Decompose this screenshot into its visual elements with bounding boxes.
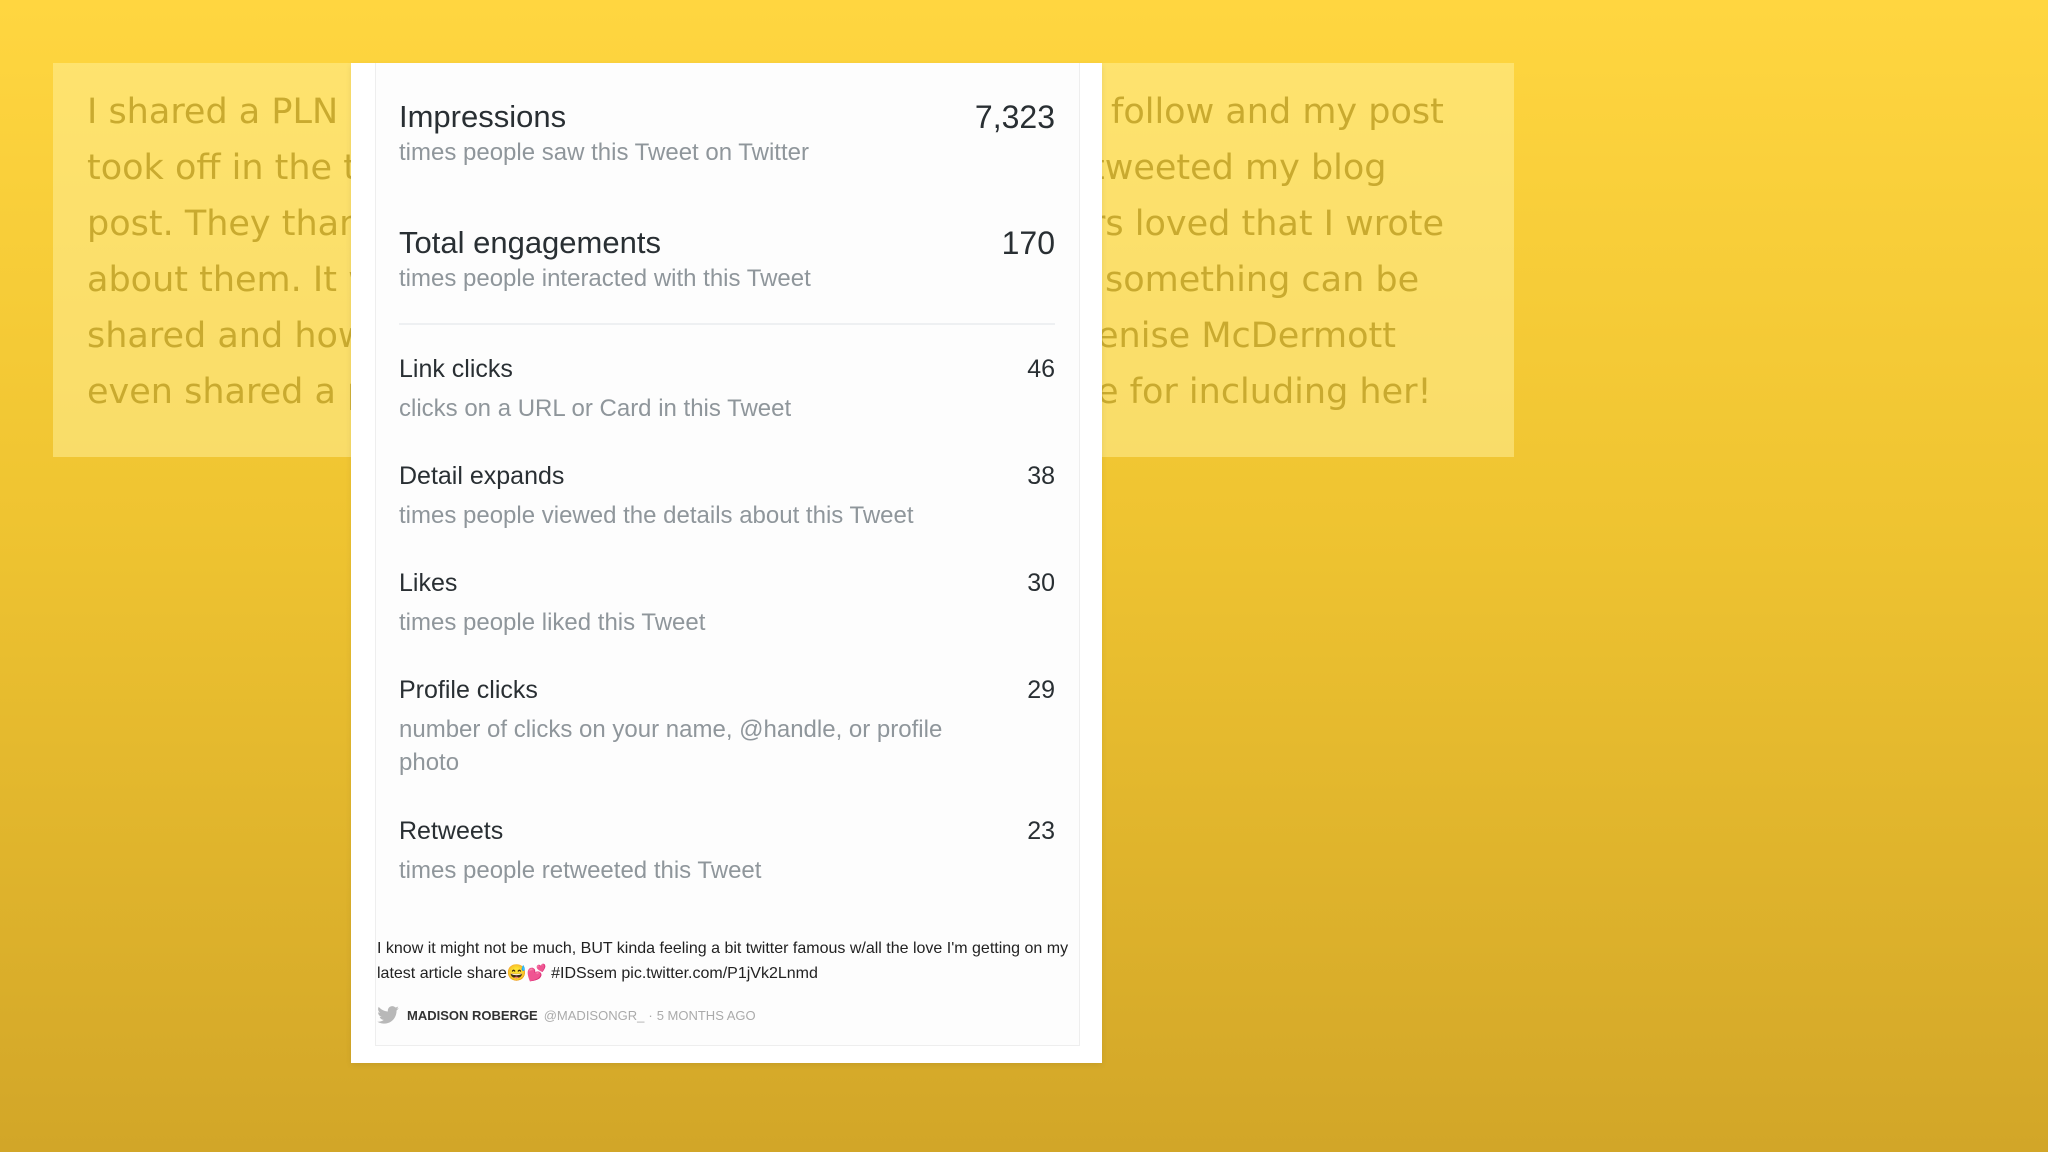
metric-label: Detail expands [399, 462, 565, 490]
impressions-description: times people saw this Tweet on Twitter [399, 139, 809, 166]
metric-value: 23 [1027, 817, 1055, 845]
background-text-line: even shared a p [87, 372, 370, 412]
tweet-handle[interactable]: @MADISONGR_ [544, 1008, 645, 1023]
tweet-attribution: MADISON ROBERGE @MADISONGR_ · 5 MONTHS A… [377, 1005, 756, 1025]
metric-value: 30 [1027, 569, 1055, 597]
metric-description: times people viewed the details about th… [399, 502, 914, 529]
metric-description: times people retweeted this Tweet [399, 857, 762, 884]
tweet-timestamp[interactable]: 5 MONTHS AGO [657, 1008, 756, 1023]
impressions-label: Impressions [399, 99, 567, 134]
metric-label: Likes [399, 569, 458, 597]
twitter-bird-icon [377, 1006, 399, 1024]
total-engagements-description: times people interacted with this Tweet [399, 265, 811, 292]
metric-value: 46 [1027, 355, 1055, 383]
metric-description: clicks on a URL or Card in this Tweet [399, 395, 792, 422]
background-text-line: rs loved that I wrote [1091, 204, 1445, 244]
tweet-text: I know it might not be much, BUT kinda f… [377, 940, 1069, 982]
metric-description: times people liked this Tweet [399, 609, 706, 636]
background-text-line: tweeted my blog [1091, 148, 1387, 188]
tweet-author[interactable]: MADISON ROBERGE [407, 1008, 538, 1023]
background-text-line: enise McDermott [1097, 316, 1396, 356]
background-text-line: post. They than [87, 204, 362, 244]
metric-value: 29 [1027, 676, 1055, 704]
meta-separator: · [648, 1007, 653, 1023]
tweet-analytics-card: Impressions 7,323 times people saw this … [351, 63, 1102, 1063]
background-text-line: follow and my post [1111, 92, 1444, 132]
divider [399, 323, 1055, 325]
background-text-line: something can be [1105, 260, 1420, 300]
metric-value: 38 [1027, 462, 1055, 490]
analytics-panel [375, 63, 1080, 1046]
metric-label: Link clicks [399, 355, 513, 383]
background-text-line: took off in the t [87, 148, 357, 188]
metric-label: Retweets [399, 817, 504, 845]
background-text-line: about them. It w [87, 260, 377, 300]
background-text-line: e for including her! [1097, 372, 1432, 412]
metric-description: number of clicks on your name, @handle, … [399, 716, 943, 776]
metric-label: Profile clicks [399, 676, 538, 704]
total-engagements-label: Total engagements [399, 225, 661, 260]
background-text-line: shared and how [87, 316, 367, 356]
background-text-line: I shared a PLN p [87, 92, 372, 132]
total-engagements-value: 170 [1001, 225, 1055, 261]
impressions-value: 7,323 [974, 99, 1055, 135]
